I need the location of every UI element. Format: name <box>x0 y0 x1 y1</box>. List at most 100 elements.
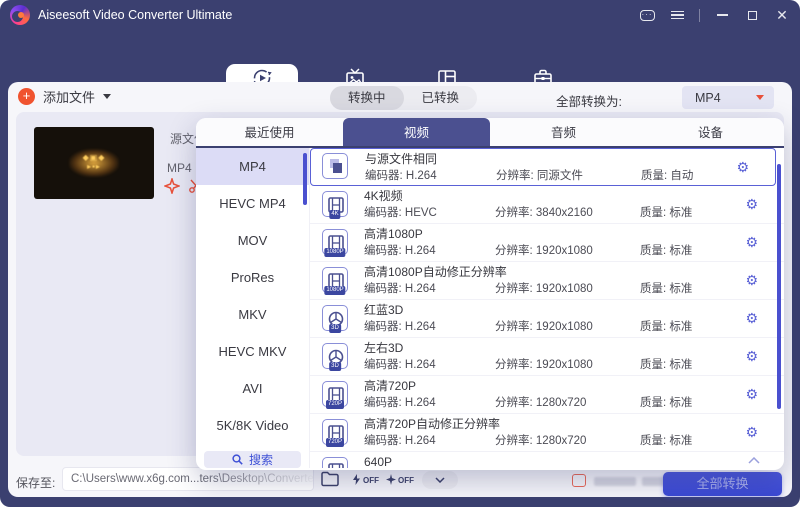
sparkle-icon <box>386 474 396 485</box>
format-row[interactable]: 720P 高清720P自动修正分辨率 编码器: H.264 分辨率: 1280x… <box>310 414 784 452</box>
format-category-item[interactable]: MOV <box>196 222 309 259</box>
convert-state-switch: 转换中 已转换 <box>330 86 477 110</box>
tab-device[interactable]: 设备 <box>637 118 784 146</box>
feedback-icon[interactable]: ··· <box>639 7 655 23</box>
format-list: 与源文件相同 编码器: H.264 分辨率: 同源文件 质量: 自动 ⚙ 4K … <box>310 148 784 468</box>
menu-icon[interactable] <box>669 7 685 23</box>
settings-gear-icon[interactable]: ⚙ <box>745 386 758 402</box>
settings-gear-icon[interactable]: ⚙ <box>745 348 758 364</box>
effect-toggle-state: OFF <box>398 476 414 485</box>
format-category-item[interactable]: AVI <box>196 370 309 407</box>
resolution-badge: 4K <box>329 210 340 219</box>
titlebar: Aiseesoft Video Converter Ultimate ··· ✕ <box>0 0 800 30</box>
format-title: 高清1080P自动修正分辨率 <box>364 265 784 280</box>
format-picker-panel: 最近使用 视频 音频 设备 MP4HEVC MP4MOVProResMKVHEV… <box>196 118 784 470</box>
resolution-badge: 720P <box>326 438 344 447</box>
tab-video[interactable]: 视频 <box>343 118 490 146</box>
minimize-icon[interactable] <box>714 7 730 23</box>
format-type-icon <box>322 153 348 179</box>
format-category-sidebar: MP4HEVC MP4MOVProResMKVHEVC MKVAVI5K/8K … <box>196 148 310 468</box>
occluded-text <box>594 477 636 486</box>
format-title: 高清1080P <box>364 227 784 242</box>
bolt-icon <box>352 474 361 485</box>
format-type-icon <box>322 457 348 468</box>
search-label: 搜索 <box>249 451 273 468</box>
save-path-field[interactable]: C:\Users\www.x6g.com...ters\Desktop\Conv… <box>62 467 314 491</box>
enhance-toggle-state: OFF <box>363 476 379 485</box>
format-row[interactable]: 3D 红蓝3D 编码器: H.264 分辨率: 1920x1080 质量: 标准… <box>310 300 784 338</box>
output-format-dropdown[interactable]: MP4 <box>682 86 774 109</box>
tab-converted[interactable]: 已转换 <box>404 86 478 110</box>
search-icon <box>232 454 243 465</box>
add-files-label: 添加文件 <box>43 87 95 106</box>
save-to-label: 保存至: <box>16 474 55 491</box>
format-row[interactable]: 640P 编码器: 分辨率: 质量: ⚙ <box>310 452 784 468</box>
dropdown-arrow-icon <box>756 95 764 100</box>
format-panel-tabs: 最近使用 视频 音频 设备 <box>196 118 784 148</box>
same-as-source-icon <box>323 154 347 178</box>
format-category-item[interactable]: HEVC MKV <box>196 333 309 370</box>
format-category-item[interactable]: MKV <box>196 296 309 333</box>
output-format-value: MP4 <box>695 91 721 105</box>
maximize-icon[interactable] <box>744 7 760 23</box>
format-info: 编码器: H.264 分辨率: 1920x1080 质量: 标准 <box>364 320 784 335</box>
merge-checkbox-icon[interactable] <box>572 474 586 487</box>
convert-all-button[interactable]: 全部转换 <box>663 472 782 496</box>
format-title: 高清720P自动修正分辨率 <box>364 417 784 432</box>
add-files-button[interactable]: + 添加文件 <box>18 87 111 106</box>
format-type-icon: 1080P <box>322 229 348 255</box>
settings-gear-icon[interactable]: ⚙ <box>736 159 749 175</box>
open-folder-icon[interactable] <box>320 470 340 487</box>
format-category-item[interactable]: ProRes <box>196 259 309 296</box>
video-thumbnail[interactable]: ◆▣◆▸▪▸ <box>34 127 154 199</box>
format-info: 编码器: H.264 分辨率: 同源文件 质量: 自动 <box>365 169 775 184</box>
settings-gear-icon[interactable]: ⚙ <box>745 424 758 440</box>
settings-gear-icon[interactable]: ⚙ <box>745 234 758 250</box>
format-category-item[interactable]: MP4 <box>196 148 309 185</box>
search-button[interactable]: 搜索 <box>204 451 301 468</box>
format-title: 640P <box>364 455 784 468</box>
titlebar-separator <box>699 9 700 22</box>
format-row[interactable]: 1080P 高清1080P自动修正分辨率 编码器: H.264 分辨率: 192… <box>310 262 784 300</box>
tab-converting[interactable]: 转换中 <box>330 86 404 110</box>
format-info: 编码器: H.264 分辨率: 1920x1080 质量: 标准 <box>364 358 784 373</box>
settings-gear-icon[interactable]: ⚙ <box>745 196 758 212</box>
chevron-down-icon <box>435 477 445 483</box>
format-info: 编码器: H.264 分辨率: 1920x1080 质量: 标准 <box>364 282 784 297</box>
format-title: 高清720P <box>364 379 784 394</box>
format-info: 编码器: HEVC 分辨率: 3840x2160 质量: 标准 <box>364 206 784 221</box>
format-row[interactable]: 720P 高清720P 编码器: H.264 分辨率: 1280x720 质量:… <box>310 376 784 414</box>
resolution-badge: 3D <box>329 362 341 371</box>
format-type-icon: 720P <box>322 381 348 407</box>
format-row[interactable]: 3D 左右3D 编码器: H.264 分辨率: 1920x1080 质量: 标准… <box>310 338 784 376</box>
settings-gear-icon[interactable]: ⚙ <box>745 310 758 326</box>
close-icon[interactable]: ✕ <box>774 7 790 23</box>
effect-toggle[interactable]: OFF <box>386 474 414 485</box>
format-row[interactable]: 4K 4K视频 编码器: HEVC 分辨率: 3840x2160 质量: 标准 … <box>310 186 784 224</box>
resolution-badge: 3D <box>329 324 341 333</box>
format-title: 红蓝3D <box>364 303 784 318</box>
tab-recent[interactable]: 最近使用 <box>196 118 343 146</box>
format-category-item[interactable]: 5K/8K Video <box>196 407 309 444</box>
format-title: 与源文件相同 <box>365 152 775 167</box>
chevron-down-icon[interactable] <box>103 94 111 99</box>
settings-gear-icon[interactable]: ⚙ <box>745 272 758 288</box>
format-title: 左右3D <box>364 341 784 356</box>
format-category-item[interactable]: HEVC MP4 <box>196 185 309 222</box>
list-scrollbar[interactable] <box>777 164 781 409</box>
convert-all-to-label: 全部转换为: <box>556 91 622 110</box>
format-row[interactable]: 与源文件相同 编码器: H.264 分辨率: 同源文件 质量: 自动 ⚙ <box>310 148 776 186</box>
tab-audio[interactable]: 音频 <box>490 118 637 146</box>
resolution-badge: 1080P <box>324 286 345 295</box>
collapse-caret-icon[interactable] <box>748 457 760 464</box>
film-icon <box>328 463 344 468</box>
sidebar-scrollbar[interactable] <box>303 153 307 205</box>
app-logo-icon <box>10 5 30 25</box>
resolution-badge: 720P <box>326 400 344 409</box>
edit-star-icon[interactable] <box>164 178 180 194</box>
format-info: 编码器: H.264 分辨率: 1280x720 质量: 标准 <box>364 396 784 411</box>
enhance-toggle[interactable]: OFF <box>352 474 379 485</box>
more-options-pill[interactable] <box>422 471 458 489</box>
format-row[interactable]: 1080P 高清1080P 编码器: H.264 分辨率: 1920x1080 … <box>310 224 784 262</box>
format-info: 编码器: H.264 分辨率: 1920x1080 质量: 标准 <box>364 244 784 259</box>
